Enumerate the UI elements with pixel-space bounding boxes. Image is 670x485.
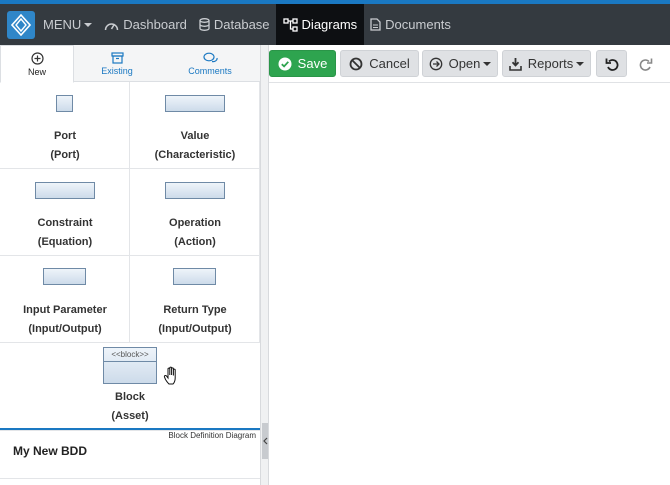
palette-panel: New Existing Comments Port (Port) Value … — [0, 45, 260, 485]
tab-comments[interactable]: Comments — [170, 45, 250, 82]
diagram-type-label: Block Definition Diagram — [168, 431, 256, 440]
redo-icon — [639, 58, 652, 71]
hand-cursor-icon — [163, 366, 176, 385]
value-shape — [165, 95, 225, 112]
chevron-down-icon — [84, 22, 93, 27]
palette-item-name: Port — [54, 130, 76, 142]
download-icon — [508, 57, 522, 71]
gauge-icon — [105, 22, 119, 30]
open-button[interactable]: Open — [422, 50, 498, 77]
palette-item-type: (Asset) — [111, 410, 149, 422]
chevron-down-icon — [483, 61, 492, 66]
document-icon — [370, 18, 381, 31]
palette-item-name: Return Type — [163, 304, 227, 316]
input-parameter-shape — [43, 268, 86, 285]
chevron-down-icon — [576, 61, 585, 66]
port-shape — [56, 95, 73, 112]
palette-item-name: Value — [180, 130, 210, 142]
comments-icon — [202, 52, 218, 62]
app-logo[interactable] — [7, 10, 35, 39]
palette-item-name: Block — [115, 391, 145, 403]
undo-button[interactable] — [596, 50, 627, 77]
diagram-info: Block Definition Diagram My New BDD — [0, 428, 260, 485]
ban-icon — [349, 57, 363, 70]
palette-item-type: (Equation) — [37, 236, 93, 248]
panel-tabs: New Existing Comments — [0, 45, 260, 83]
nav-diagrams-label: Diagrams — [301, 17, 358, 32]
palette-item-type: (Input/Output) — [158, 323, 232, 335]
palette-item-name: Input Parameter — [23, 304, 107, 316]
tab-comments-label: Comments — [188, 65, 232, 76]
palette-item-type: (Action) — [174, 236, 216, 248]
nav-database[interactable]: Database — [193, 4, 276, 45]
block-shape: <<block>> — [103, 347, 157, 384]
plus-circle-icon — [30, 51, 44, 65]
palette-item-name: Constraint — [37, 217, 93, 229]
palette-item-type: (Input/Output) — [28, 323, 102, 335]
divider — [0, 478, 260, 479]
return-type-shape — [173, 268, 216, 285]
collapse-panel-button[interactable] — [262, 423, 268, 459]
reports-button[interactable]: Reports — [502, 50, 591, 77]
palette-item-type: (Port) — [50, 149, 80, 161]
save-button[interactable]: Save — [269, 50, 336, 77]
arrow-circle-right-icon — [429, 57, 442, 70]
cancel-button[interactable]: Cancel — [340, 50, 419, 77]
palette-item-port[interactable]: Port (Port) — [0, 82, 130, 169]
cancel-label: Cancel — [369, 56, 410, 71]
palette-item-input-parameter[interactable]: Input Parameter (Input/Output) — [0, 256, 130, 343]
palette-item-value[interactable]: Value (Characteristic) — [130, 82, 260, 169]
check-circle-icon — [278, 57, 292, 70]
nav-diagrams[interactable]: Diagrams — [275, 4, 365, 45]
nav-documents[interactable]: Documents — [364, 4, 457, 45]
menu-button[interactable]: MENU — [37, 4, 98, 45]
block-stereotype: <<block>> — [104, 348, 156, 362]
save-label: Save — [297, 56, 328, 71]
undo-icon — [605, 58, 618, 71]
constraint-shape — [35, 182, 95, 199]
nav-database-label: Database — [213, 17, 270, 32]
palette-item-return-type[interactable]: Return Type (Input/Output) — [130, 256, 260, 343]
diagram-icon — [282, 17, 298, 32]
palette-item-operation[interactable]: Operation (Action) — [130, 169, 260, 256]
reports-label: Reports — [527, 56, 574, 71]
archive-box-icon — [110, 51, 124, 64]
tab-new-label: New — [27, 66, 46, 77]
tab-existing-label: Existing — [101, 65, 133, 76]
tab-new[interactable]: New — [0, 45, 74, 83]
nav-dashboard[interactable]: Dashboard — [98, 4, 193, 45]
top-navbar: MENU Dashboard Database Diagrams Documen… — [0, 4, 670, 45]
operation-shape — [165, 182, 225, 199]
tab-existing[interactable]: Existing — [80, 45, 154, 82]
nav-dashboard-label: Dashboard — [123, 17, 187, 32]
database-icon — [199, 18, 210, 31]
palette-item-name: Operation — [169, 217, 221, 229]
palette-item-block[interactable]: <<block>> Block (Asset) — [0, 343, 260, 431]
palette-item-type: (Characteristic) — [154, 149, 236, 161]
menu-label: MENU — [43, 17, 82, 32]
palette-item-constraint[interactable]: Constraint (Equation) — [0, 169, 130, 256]
panel-splitter[interactable] — [260, 45, 269, 485]
diagram-title[interactable]: My New BDD — [13, 444, 87, 458]
nav-documents-label: Documents — [385, 17, 451, 32]
diagram-canvas[interactable] — [269, 83, 670, 485]
open-label: Open — [448, 56, 481, 71]
diagram-toolbar: Save Cancel Open Reports — [269, 45, 670, 83]
chevron-left-icon — [262, 437, 267, 445]
redo-button[interactable] — [630, 50, 661, 77]
